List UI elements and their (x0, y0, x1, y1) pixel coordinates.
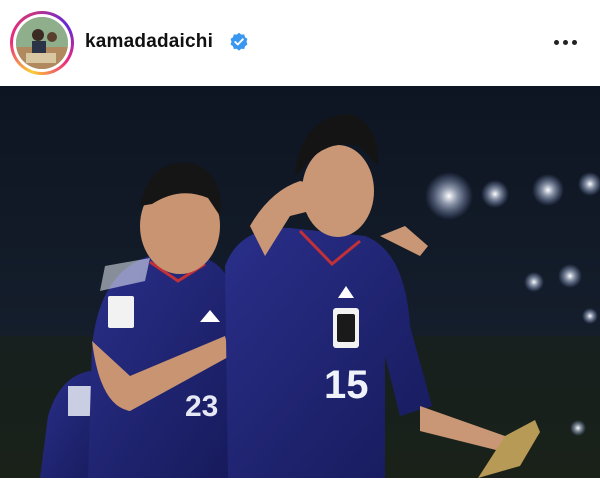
jersey-number-left: 23 (185, 390, 218, 423)
ellipsis-dot (571, 39, 577, 45)
avatar-image (16, 17, 68, 69)
post-photo[interactable]: 23 15 (0, 86, 600, 478)
username[interactable]: kamadadaichi (85, 31, 213, 53)
jersey-number-center: 15 (324, 363, 369, 407)
verified-badge-icon (230, 32, 248, 51)
post-photo-scene: 23 15 (0, 86, 600, 478)
avatar-frame (13, 14, 71, 72)
avatar[interactable] (16, 17, 68, 69)
post-header: kamadadaichi (0, 0, 600, 86)
ellipsis-horizontal-icon (553, 39, 559, 45)
story-ring[interactable] (10, 11, 74, 75)
ellipsis-dot (562, 39, 568, 45)
post-footer (0, 478, 600, 496)
more-options-button[interactable] (548, 28, 582, 56)
